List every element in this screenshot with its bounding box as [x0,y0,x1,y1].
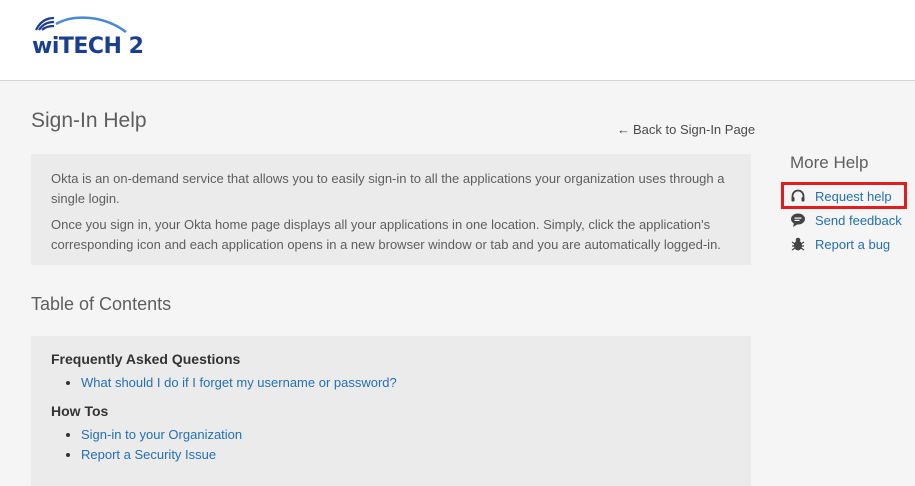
toc-title: Table of Contents [31,294,172,314]
toc-box: Frequently Asked Questions What should I… [31,336,751,486]
back-to-signin-link[interactable]: ← Back to Sign-In Page [617,122,755,137]
signin-organization-link[interactable]: Sign-in to your Organization [81,427,242,442]
toc-section-heading: How Tos [51,403,109,419]
page-title: Sign-In Help [31,109,147,132]
intro-paragraph: Once you sign in, your Okta home page di… [51,217,721,252]
bug-icon [790,236,806,252]
toc-list: Sign-in to your Organization Report a Se… [51,425,731,465]
report-bug-link[interactable]: Report a bug [790,234,890,254]
send-feedback-link[interactable]: Send feedback [790,210,902,230]
request-help-highlight [781,182,907,209]
toc-section-heading: Frequently Asked Questions [51,351,241,367]
logo-text: wiTECH 2 [32,34,144,59]
send-feedback-label: Send feedback [815,212,902,228]
report-security-link[interactable]: Report a Security Issue [81,447,216,462]
intro-box: Okta is an on-demand service that allows… [31,154,751,265]
more-help-title: More Help [790,153,869,172]
header: wiTECH 2 [0,0,915,81]
list-item: Sign-in to your Organization [81,425,731,445]
intro-paragraph: Okta is an on-demand service that allows… [51,171,725,206]
chat-bubble-icon [790,212,806,228]
list-item: What should I do if I forget my username… [81,373,731,393]
back-arrow-icon: ← [617,122,630,137]
list-item: Report a Security Issue [81,445,731,465]
report-bug-label: Report a bug [815,236,891,252]
toc-list: What should I do if I forget my username… [51,373,731,393]
witech-logo[interactable]: wiTECH 2 [30,14,144,59]
forgot-credentials-link[interactable]: What should I do if I forget my username… [81,375,397,390]
back-link-label: Back to Sign-In Page [633,122,756,137]
